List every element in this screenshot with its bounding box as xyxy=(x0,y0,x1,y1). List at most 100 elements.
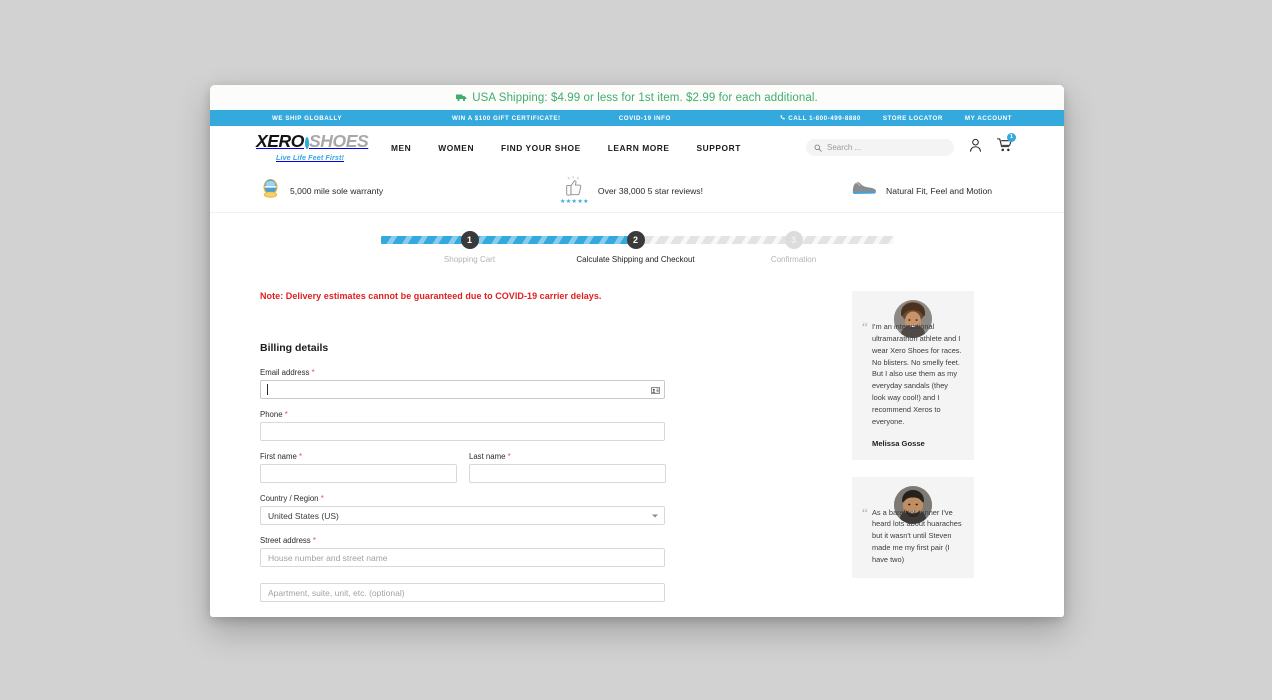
first-name-input[interactable] xyxy=(260,464,457,483)
utility-link-covid-info[interactable]: COVID-19 INFO xyxy=(619,115,671,122)
field-phone-label-text: Phone xyxy=(260,410,283,419)
announcement-text: USA Shipping: $4.99 or less for 1st item… xyxy=(472,91,818,104)
text-caret xyxy=(267,384,268,395)
stepper-label-confirmation: Confirmation xyxy=(770,255,817,264)
field-street-address-label: Street address * xyxy=(260,536,825,545)
field-street-address-2 xyxy=(260,583,825,602)
field-row-names: First name * Last name * xyxy=(260,452,825,483)
cart-button[interactable]: 1 xyxy=(996,133,1016,157)
utility-link-phone[interactable]: CALL 1-800-499-8880 xyxy=(780,115,861,122)
search-input[interactable] xyxy=(827,143,946,152)
testimonial-author: Melissa Gosse xyxy=(872,438,925,448)
phone-label: CALL 1-800-499-8880 xyxy=(788,114,861,122)
nav-item-women[interactable]: WOMEN xyxy=(438,143,474,153)
field-country: Country / Region * United States (US) xyxy=(260,494,825,525)
utility-link-ship-globally[interactable]: WE SHIP GLOBALLY xyxy=(272,115,342,122)
field-email-label-text: Email address xyxy=(260,368,310,377)
checkout-body: Note: Delivery estimates cannot be guara… xyxy=(210,269,1064,613)
covid-delivery-notice: Note: Delivery estimates cannot be guara… xyxy=(260,291,602,301)
trust-badge-reviews-label: Over 38,000 5 star reviews! xyxy=(597,185,703,196)
stepper-bar-segment-1 xyxy=(380,236,469,244)
trust-badge-reviews: ★★★★★ Over 38,000 5 star reviews! xyxy=(560,176,850,205)
page-scroll-area[interactable]: USA Shipping: $4.99 or less for 1st item… xyxy=(210,85,1064,617)
warranty-seal-icon xyxy=(260,178,281,204)
testimonial-card: I'm an international ultramarathon athle… xyxy=(852,291,974,460)
utility-bar: WE SHIP GLOBALLY WIN A $100 GIFT CERTIFI… xyxy=(210,110,1064,126)
cart-count-badge: 1 xyxy=(1007,133,1016,142)
site-logo[interactable]: XERO SHOES Live Life Feet First! xyxy=(256,131,369,162)
trust-badges-row: 5,000 mile sole warranty ★★★★★ Over 38,0… xyxy=(210,169,1064,213)
field-country-required-marker: * xyxy=(320,494,324,503)
field-email-label: Email address * xyxy=(260,368,825,377)
search-icon xyxy=(814,139,822,157)
nav-item-find-your-shoe[interactable]: FIND YOUR SHOE xyxy=(501,143,581,153)
field-country-label: Country / Region * xyxy=(260,494,825,503)
checkout-form-column: Note: Delivery estimates cannot be guara… xyxy=(260,291,825,613)
field-last-name-label: Last name * xyxy=(469,452,666,461)
nav-item-learn-more[interactable]: LEARN MORE xyxy=(608,143,670,153)
utility-link-store-locator[interactable]: STORE LOCATOR xyxy=(883,115,943,122)
stepper-bar-segment-2 xyxy=(468,236,635,244)
stepper-bar-segment-3 xyxy=(634,236,793,244)
announcement-bar: USA Shipping: $4.99 or less for 1st item… xyxy=(210,85,1064,110)
logo-xero-text: XERO xyxy=(256,131,304,152)
phone-input[interactable] xyxy=(260,422,665,441)
truck-icon xyxy=(456,93,467,102)
shoe-icon xyxy=(850,179,877,202)
browser-window: USA Shipping: $4.99 or less for 1st item… xyxy=(210,85,1064,617)
field-last-name-required-marker: * xyxy=(507,452,511,461)
utility-link-gift-certificate[interactable]: WIN A $100 GIFT CERTIFICATE! xyxy=(452,115,561,122)
nav-item-support[interactable]: SUPPORT xyxy=(697,143,741,153)
trust-badge-natural-fit-label: Natural Fit, Feel and Motion xyxy=(886,185,993,196)
trust-badge-natural-fit: Natural Fit, Feel and Motion xyxy=(850,179,1014,202)
field-street-address: Street address * xyxy=(260,536,825,567)
field-email-required-marker: * xyxy=(311,368,315,377)
field-phone: Phone * xyxy=(260,410,825,441)
logo-shoes-text: SHOES xyxy=(309,131,369,152)
account-button[interactable] xyxy=(969,138,982,157)
trust-badge-warranty: 5,000 mile sole warranty xyxy=(260,178,560,204)
street-address-2-input[interactable] xyxy=(260,583,665,602)
logo-wordmark: XERO SHOES xyxy=(256,131,369,152)
utility-link-my-account[interactable]: MY ACCOUNT xyxy=(965,115,1012,122)
testimonials-sidebar: I'm an international ultramarathon athle… xyxy=(852,291,974,613)
trust-badge-warranty-label: 5,000 mile sole warranty xyxy=(290,185,384,196)
chevron-down-icon xyxy=(652,514,658,517)
logo-tagline: Live Life Feet First! xyxy=(276,152,344,162)
stepper-track: 1 2 3 xyxy=(380,231,894,249)
field-first-name-required-marker: * xyxy=(299,452,303,461)
field-first-name-label: First name * xyxy=(260,452,457,461)
field-phone-required-marker: * xyxy=(284,410,288,419)
field-country-label-text: Country / Region xyxy=(260,494,319,503)
phone-icon xyxy=(780,114,785,122)
stepper-dot-2[interactable]: 2 xyxy=(626,231,645,249)
site-header: XERO SHOES Live Life Feet First! MEN WOM… xyxy=(210,126,1064,169)
field-street-address-label-text: Street address xyxy=(260,536,311,545)
stepper-label-calculate-shipping: Calculate Shipping and Checkout xyxy=(576,255,695,264)
field-last-name-label-text: Last name xyxy=(469,452,506,461)
stepper-dot-1[interactable]: 1 xyxy=(460,231,479,249)
email-input[interactable] xyxy=(260,380,665,399)
main-navigation: MEN WOMEN FIND YOUR SHOE LEARN MORE SUPP… xyxy=(391,143,741,153)
field-email-input-wrap xyxy=(260,380,665,399)
last-name-input[interactable] xyxy=(469,464,666,483)
testimonial-card: As a barefoot runner I've heard lots abo… xyxy=(852,476,974,578)
field-first-name: First name * xyxy=(260,452,457,483)
nav-item-men[interactable]: MEN xyxy=(391,143,411,153)
field-phone-label: Phone * xyxy=(260,410,825,419)
stepper-label-shopping-cart[interactable]: Shopping Cart xyxy=(444,255,495,264)
search-box[interactable] xyxy=(806,139,954,156)
street-address-input[interactable] xyxy=(260,548,665,567)
thumbs-up-icon: ★★★★★ xyxy=(560,176,589,205)
testimonial-quote: As a barefoot runner I've heard lots abo… xyxy=(862,506,963,566)
checkout-stepper: 1 2 3 Shopping Cart Calculate Shipping a… xyxy=(210,213,1064,269)
stepper-labels: Shopping Cart Calculate Shipping and Che… xyxy=(381,255,894,269)
user-icon xyxy=(969,138,982,157)
billing-details-title: Billing details xyxy=(260,342,329,354)
country-select[interactable]: United States (US) xyxy=(260,506,665,525)
country-select-value: United States (US) xyxy=(260,506,665,525)
review-stars: ★★★★★ xyxy=(560,199,589,205)
field-last-name: Last name * xyxy=(469,452,666,483)
logo-o-ring-icon xyxy=(304,137,309,149)
field-first-name-label-text: First name xyxy=(260,452,297,461)
